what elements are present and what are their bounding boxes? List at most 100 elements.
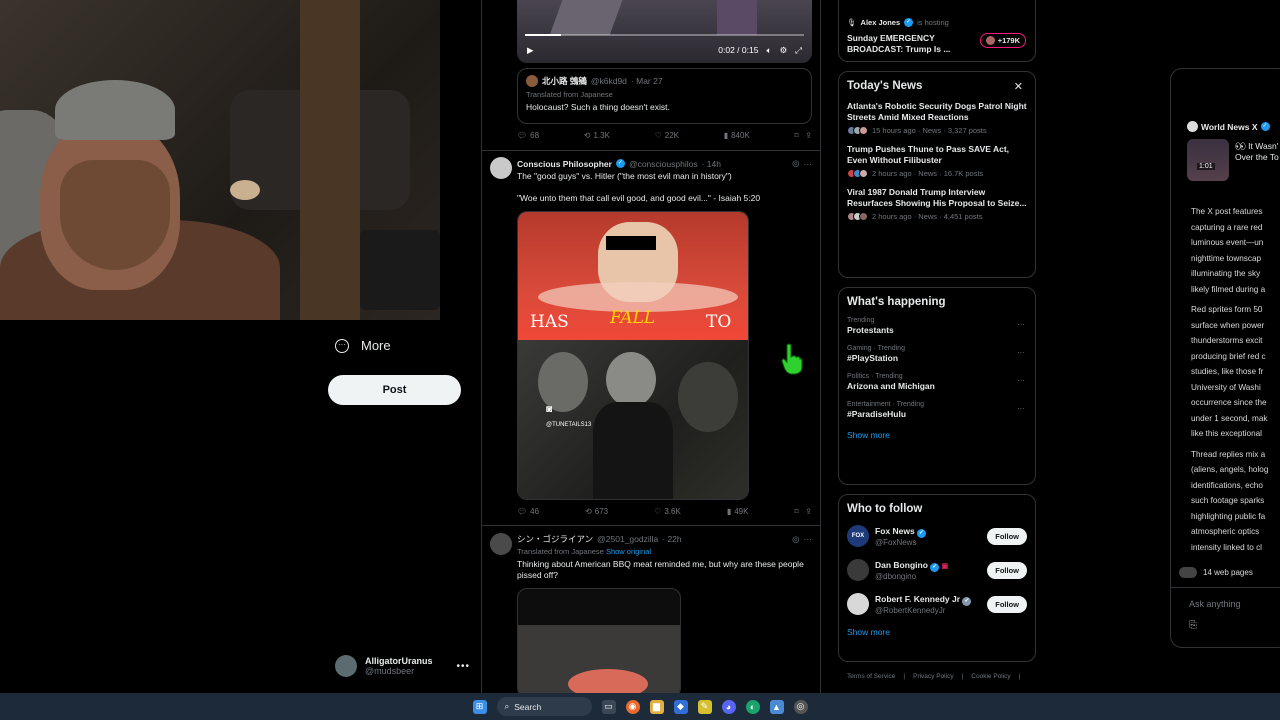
tweet-text-line1: The "good guys" vs. Hitler ("the most ev…: [517, 171, 732, 181]
timeline-feed[interactable]: ▶ 0:02 / 0:15 🔈︎ ⚙ ⤢ 北小路 鵼鵷 @k6kd9d · Ma…: [481, 0, 821, 697]
account-handle: @mudsbeer: [365, 666, 415, 676]
discord-icon[interactable]: ◕: [721, 699, 736, 714]
windows-start-icon[interactable]: ⊞: [472, 699, 487, 714]
video-progress-bar[interactable]: [525, 34, 804, 36]
more-dots-icon[interactable]: ···: [1017, 348, 1025, 357]
bookmark-button[interactable]: ⌑ ⇪: [794, 131, 811, 140]
trend-item[interactable]: Trending Protestants ···: [839, 312, 1035, 340]
news-item[interactable]: Atlanta's Robotic Security Dogs Patrol N…: [839, 96, 1035, 139]
follow-button[interactable]: Follow: [987, 595, 1027, 613]
views-button[interactable]: ▮ 840K: [724, 131, 750, 140]
taskbar-search[interactable]: ⌕ Search: [496, 697, 592, 716]
close-icon[interactable]: ✕: [1014, 80, 1023, 93]
tweet-time[interactable]: · 14h: [702, 159, 721, 169]
grok-icon[interactable]: ◎: [792, 158, 799, 169]
grok-answer-line: thunderstorms excit: [1191, 336, 1263, 345]
avatar[interactable]: [490, 157, 512, 179]
like-button[interactable]: ♡ 22K: [655, 131, 679, 140]
search-icon: ⌕: [504, 701, 510, 711]
live-listeners-badge[interactable]: +179K: [979, 33, 1026, 48]
more-dots-icon[interactable]: ···: [1017, 404, 1025, 413]
tweet-author-handle[interactable]: @2501_godzilla: [597, 534, 658, 544]
post-button[interactable]: Post: [328, 375, 461, 405]
views-button[interactable]: ▮ 49K: [727, 507, 749, 516]
app-icon[interactable]: ✎: [697, 699, 712, 714]
footer-link[interactable]: Terms of Service: [847, 673, 895, 680]
video-player[interactable]: ▶ 0:02 / 0:15 🔈︎ ⚙ ⤢: [517, 0, 812, 63]
footer-link[interactable]: Privacy Policy: [913, 673, 953, 680]
reply-button[interactable]: 💬︎ 46: [517, 507, 539, 516]
account-switcher[interactable]: AlligatorUranus @mudsbeer •••: [335, 655, 470, 677]
bookmark-button[interactable]: ⌑ ⇪: [794, 507, 811, 516]
follow-button[interactable]: Follow: [987, 561, 1027, 579]
mic-icon: 🎙︎: [847, 18, 857, 27]
quoted-tweet[interactable]: 北小路 鵼鵷 @k6kd9d · Mar 27 Translated from …: [517, 68, 812, 124]
obs-icon[interactable]: ◎: [793, 699, 808, 714]
live-spaces-card[interactable]: 🎙︎ Alex Jones ✓ is hosting Sunday EMERGE…: [838, 0, 1036, 62]
avatar-stack: [847, 126, 868, 136]
grok-source-post[interactable]: World News X ✓: [1187, 121, 1270, 132]
trend-item[interactable]: Gaming · Trending #PlayStation ···: [839, 340, 1035, 368]
app-icon[interactable]: ◆: [673, 699, 688, 714]
like-button[interactable]: ♡ 3.6K: [654, 507, 681, 516]
more-dots-icon[interactable]: ···: [1017, 320, 1025, 329]
avatar[interactable]: [490, 533, 512, 555]
repost-button[interactable]: ⟲ 673: [585, 507, 608, 516]
media-word: FALL: [610, 308, 656, 328]
follow-suggestion[interactable]: Dan Bongino ✓ ▣ @dbongino Follow: [839, 553, 1035, 587]
tweet-media-video[interactable]: [517, 588, 681, 697]
web-pages-sources[interactable]: 14 web pages: [1179, 567, 1253, 578]
grok-answer-line: highlighting public fa: [1191, 511, 1266, 521]
paint-icon[interactable]: ▲: [769, 699, 784, 714]
trend-item[interactable]: Politics · Trending Arizona and Michigan…: [839, 368, 1035, 396]
verified-badge-icon: ✓: [962, 596, 972, 606]
follow-suggestion[interactable]: Robert F. Kennedy Jr ✓ @RobertKennedyJr F…: [839, 587, 1035, 621]
repost-button[interactable]: ⟲ 1.3K: [584, 131, 610, 140]
more-label: More: [361, 338, 391, 353]
more-dots-icon[interactable]: ···: [804, 534, 813, 544]
news-item[interactable]: Trump Pushes Thune to Pass SAVE Act, Eve…: [839, 139, 1035, 182]
task-view-icon[interactable]: ▭: [601, 699, 616, 714]
paperclip-icon[interactable]: ⎘: [1189, 620, 1197, 631]
firefox-icon[interactable]: ◉: [625, 699, 640, 714]
grok-icon[interactable]: ◎: [792, 534, 799, 545]
tweet-media-video[interactable]: HAS FALL TO ◙ @TUNETAILS13: [517, 211, 749, 500]
tweet-time[interactable]: · 22h: [662, 534, 681, 544]
grok-answer-line: producing brief red c: [1191, 351, 1266, 361]
footer-link[interactable]: Cookie Policy: [971, 673, 1010, 680]
fullscreen-icon[interactable]: ⤢: [795, 45, 802, 56]
grok-source-thumbnail[interactable]: 1:01: [1187, 139, 1229, 181]
eyes-icon: 👀︎: [1235, 141, 1246, 151]
avatar: [847, 559, 869, 581]
tweet-author-name[interactable]: シン・ゴジライアン: [517, 533, 593, 545]
show-more-link[interactable]: Show more: [839, 424, 1035, 448]
grok-answer-line: luminous event—un: [1191, 238, 1264, 247]
verified-badge-icon: ✓: [917, 528, 927, 538]
wtf-section-title: Who to follow: [847, 503, 923, 515]
more-dots-icon[interactable]: •••: [456, 661, 470, 672]
grok-answer-bullet: The X post features capturing a rare red l…: [1191, 204, 1280, 297]
settings-icon[interactable]: ⚙: [780, 45, 788, 56]
more-menu-button[interactable]: ··· More: [335, 338, 391, 353]
more-dots-icon[interactable]: ···: [1017, 376, 1025, 385]
grok-answer-line: such footage sparks: [1191, 496, 1265, 505]
follow-button[interactable]: Follow: [987, 527, 1027, 545]
play-icon[interactable]: ▶: [527, 45, 534, 56]
follow-suggestion[interactable]: FOX Fox News ✓ @FoxNews Follow: [839, 519, 1035, 553]
edge-icon[interactable]: ◐: [745, 699, 760, 714]
trend-item[interactable]: Entertainment · Trending #ParadiseHulu ·…: [839, 396, 1035, 424]
file-explorer-icon[interactable]: ▆: [649, 699, 664, 714]
fox-news-logo: FOX: [847, 525, 869, 547]
more-dots-icon[interactable]: ···: [804, 159, 813, 169]
show-original-link[interactable]: Show original: [606, 547, 651, 556]
grok-answer-bullet: Thread replies mix a (aliens, angels, hol…: [1191, 447, 1280, 556]
grok-ask-input[interactable]: Ask anything: [1189, 599, 1241, 609]
reply-button[interactable]: 💬︎ 68: [517, 131, 539, 140]
tweet-author-handle[interactable]: @consciousphilos: [629, 159, 698, 169]
tweet-text: Thinking about American BBQ meat reminde…: [517, 559, 804, 581]
tweet-author-name[interactable]: Conscious Philosopher: [517, 159, 612, 169]
live-title: Sunday EMERGENCY BROADCAST: Trump Is ...: [847, 33, 951, 55]
news-item[interactable]: Viral 1987 Donald Trump Interview Resurf…: [839, 182, 1035, 225]
show-more-link[interactable]: Show more: [839, 621, 1035, 645]
volume-icon[interactable]: 🔈︎: [766, 45, 771, 56]
